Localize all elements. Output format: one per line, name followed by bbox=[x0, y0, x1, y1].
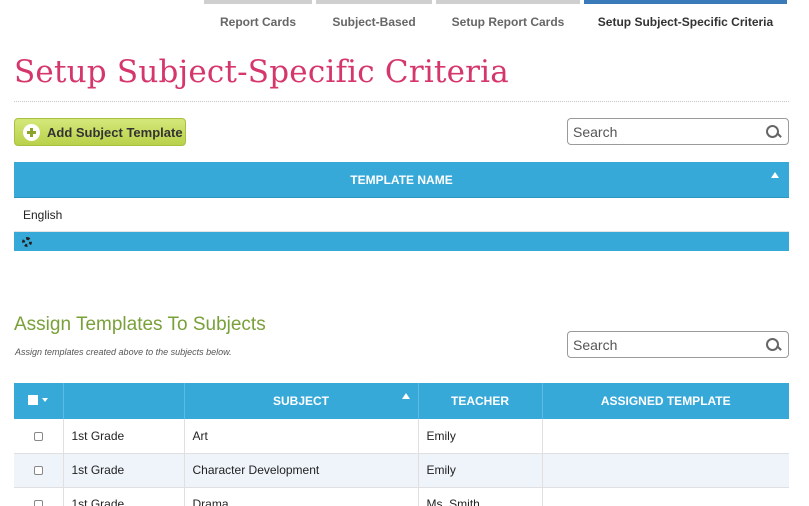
add-subject-template-button[interactable]: Add Subject Template bbox=[14, 118, 186, 146]
row-checkbox[interactable] bbox=[33, 466, 43, 476]
teacher-column-header[interactable]: TEACHER bbox=[418, 383, 543, 419]
grade-cell: 1st Grade bbox=[63, 487, 185, 506]
template-search-box bbox=[567, 118, 789, 145]
subject-cell: Character Development bbox=[184, 453, 419, 488]
subject-column-header[interactable]: SUBJECT bbox=[184, 383, 419, 419]
template-name: English bbox=[23, 207, 63, 222]
tab-setup-subject-specific-criteria[interactable]: Setup Subject-Specific Criteria bbox=[584, 0, 787, 40]
title-divider bbox=[14, 101, 789, 102]
teacher-cell: Emily bbox=[418, 419, 543, 454]
page-title: Setup Subject-Specific Criteria bbox=[14, 54, 509, 90]
assign-section-title: Assign Templates To Subjects bbox=[14, 314, 266, 335]
grade-cell: 1st Grade bbox=[63, 419, 185, 454]
assign-table-header-row: SUBJECT TEACHER ASSIGNED TEMPLATE bbox=[14, 383, 789, 419]
grade-cell: 1st Grade bbox=[63, 453, 185, 488]
teacher-cell: Emily bbox=[418, 453, 543, 488]
template-row[interactable]: English bbox=[14, 198, 789, 232]
select-all-checkbox[interactable] bbox=[28, 395, 39, 405]
assign-search-box bbox=[567, 331, 789, 358]
template-table: TEMPLATE NAME English bbox=[14, 162, 789, 251]
assign-table: SUBJECT TEACHER ASSIGNED TEMPLATE 1st Gr… bbox=[14, 383, 789, 506]
assigned-template-header-label: ASSIGNED TEMPLATE bbox=[600, 394, 731, 408]
template-table-footer bbox=[14, 232, 789, 251]
assigned-template-column-header[interactable]: ASSIGNED TEMPLATE bbox=[542, 383, 789, 419]
plus-circle-icon bbox=[23, 123, 40, 141]
assign-search-input[interactable] bbox=[568, 332, 762, 357]
row-checkbox[interactable] bbox=[33, 500, 43, 506]
row-select-cell bbox=[14, 487, 64, 506]
table-row[interactable]: 1st Grade Drama Ms. Smith bbox=[14, 487, 789, 506]
tab-report-cards[interactable]: Report Cards bbox=[204, 0, 312, 40]
caret-down-icon[interactable] bbox=[42, 398, 49, 402]
teacher-cell: Ms. Smith bbox=[418, 487, 543, 506]
template-name-column-header[interactable]: TEMPLATE NAME bbox=[14, 162, 789, 198]
sort-ascending-icon bbox=[771, 172, 779, 178]
tab-subject-based[interactable]: Subject-Based bbox=[316, 0, 432, 40]
row-checkbox[interactable] bbox=[33, 432, 43, 442]
assign-section-subtitle: Assign templates created above to the su… bbox=[15, 347, 232, 357]
assigned-template-cell[interactable] bbox=[542, 487, 789, 506]
subject-header-label: SUBJECT bbox=[272, 394, 329, 408]
assigned-template-cell[interactable] bbox=[542, 453, 789, 488]
grade-column-header[interactable] bbox=[63, 383, 185, 419]
table-row[interactable]: 1st Grade Character Development Emily bbox=[14, 453, 789, 488]
search-icon[interactable] bbox=[762, 334, 784, 356]
tab-bar: Report Cards Subject-Based Setup Report … bbox=[204, 0, 787, 40]
add-subject-template-label: Add Subject Template bbox=[47, 124, 183, 140]
select-all-control[interactable] bbox=[28, 395, 49, 405]
sort-ascending-icon bbox=[401, 393, 410, 399]
teacher-header-label: TEACHER bbox=[450, 394, 509, 408]
row-select-cell bbox=[14, 419, 64, 454]
assigned-template-cell[interactable] bbox=[542, 419, 789, 454]
search-icon[interactable] bbox=[762, 121, 784, 143]
select-all-header[interactable] bbox=[14, 383, 64, 419]
tab-setup-report-cards[interactable]: Setup Report Cards bbox=[436, 0, 580, 40]
subject-cell: Art bbox=[184, 419, 419, 454]
gear-icon[interactable] bbox=[22, 236, 32, 247]
row-select-cell bbox=[14, 453, 64, 488]
template-name-header-label: TEMPLATE NAME bbox=[350, 172, 453, 187]
subject-cell: Drama bbox=[184, 487, 419, 506]
template-search-input[interactable] bbox=[568, 119, 762, 144]
table-row[interactable]: 1st Grade Art Emily bbox=[14, 419, 789, 454]
